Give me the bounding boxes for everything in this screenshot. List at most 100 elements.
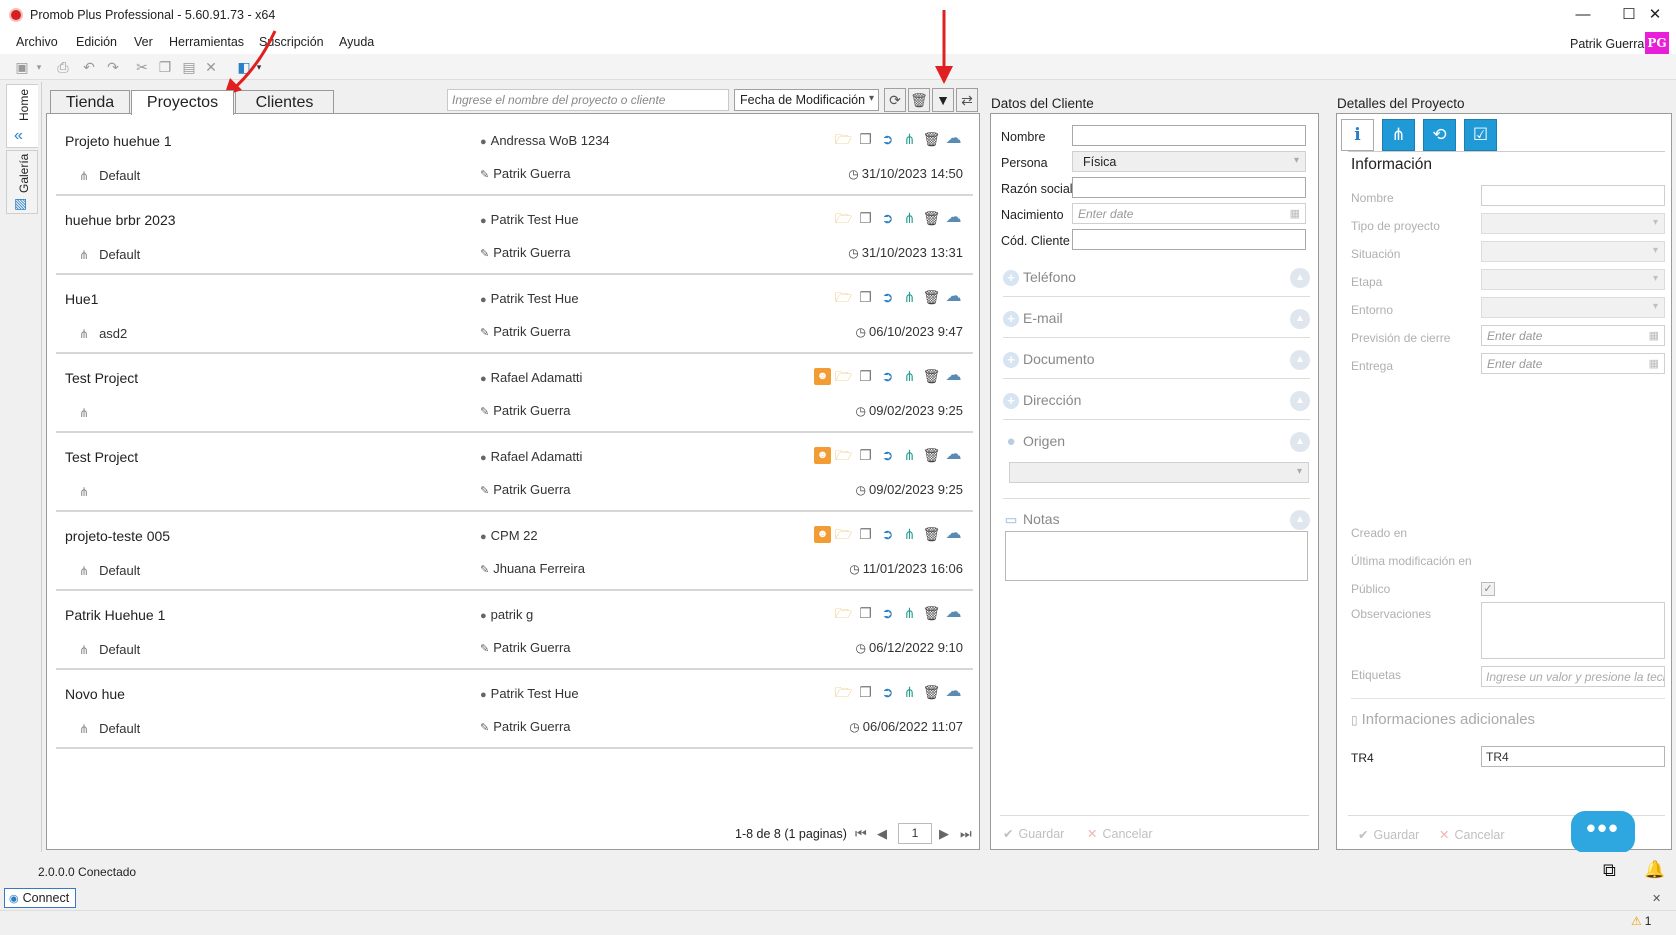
cloud-icon[interactable]: ☁ (944, 525, 963, 543)
folder-icon[interactable]: 🗁 (834, 604, 853, 622)
add-branch-icon[interactable]: ⋔ (900, 446, 919, 464)
export-icon[interactable]: ➲ (878, 604, 897, 622)
save-dropdown-icon[interactable]: ▾ (30, 58, 48, 76)
paste-icon[interactable]: ▤ (180, 58, 198, 76)
project-name[interactable]: Test Project (65, 449, 138, 465)
client-razon-input[interactable] (1072, 177, 1306, 198)
observaciones-textarea[interactable] (1481, 602, 1665, 659)
copy-icon[interactable]: ❐ (156, 58, 174, 76)
duplicate-icon[interactable]: ❐ (856, 367, 875, 385)
print-icon[interactable]: ⎙ (54, 58, 72, 76)
duplicate-icon[interactable]: ❐ (856, 683, 875, 701)
project-name[interactable]: Patrik Huehue 1 (65, 607, 165, 623)
trash-icon[interactable]: 🗑 (922, 446, 941, 464)
project-name[interactable]: huehue brbr 2023 (65, 212, 176, 228)
swap-button[interactable]: ⇄ (956, 88, 978, 112)
screens-icon[interactable]: ⧉ (1603, 860, 1616, 881)
detail-tipo-select[interactable]: ▾ (1481, 213, 1665, 234)
client-nacimiento-input[interactable]: Enter date ▦ (1072, 203, 1306, 224)
duplicate-icon[interactable]: ❐ (856, 130, 875, 148)
minimize-button[interactable]: — (1560, 0, 1606, 30)
tr4-input[interactable]: TR4 (1481, 746, 1665, 767)
etiquetas-input[interactable]: Ingrese un valor y presione la tecla (1481, 666, 1665, 687)
trash-icon[interactable]: 🗑 (922, 130, 941, 148)
trash-button[interactable]: 🗑 (908, 88, 930, 112)
person-icon[interactable]: ☻ (814, 367, 831, 385)
add-branch-icon[interactable]: ⋔ (900, 288, 919, 306)
project-name[interactable]: projeto-teste 005 (65, 528, 170, 544)
menu-archivo[interactable]: Archivo (16, 35, 58, 49)
add-icon[interactable]: + (1003, 311, 1019, 327)
redo-icon[interactable]: ↷ (104, 58, 122, 76)
export-icon[interactable]: ➲ (878, 209, 897, 227)
detail-entorno-select[interactable]: ▾ (1481, 297, 1665, 318)
table-row[interactable]: Patrik Huehue 1 ⋔ Default ● patrik g ✎ Patrik … (56, 591, 973, 670)
add-branch-icon[interactable]: ⋔ (900, 604, 919, 622)
export-icon[interactable]: ➲ (878, 446, 897, 464)
search-input[interactable]: Ingrese el nombre del proyecto o cliente (447, 89, 729, 111)
trash-icon[interactable]: 🗑 (922, 525, 941, 543)
trash-icon[interactable]: 🗑 (922, 367, 941, 385)
project-name[interactable]: Novo hue (65, 686, 125, 702)
folder-icon[interactable]: 🗁 (834, 525, 853, 543)
refresh-button[interactable]: ⟳ (884, 88, 906, 112)
delete-icon[interactable]: ✕ (202, 58, 220, 76)
calendar-icon[interactable]: ▦ (1649, 329, 1659, 342)
tab-branches[interactable]: ⋔ (1382, 119, 1415, 151)
details-save-button[interactable]: ✔ Guardar (1358, 827, 1419, 842)
detail-situacion-select[interactable]: ▾ (1481, 241, 1665, 262)
detail-nombre-input[interactable] (1481, 185, 1665, 206)
table-row[interactable]: huehue brbr 2023 ⋔ Default ● Patrik Test Hue… (56, 196, 973, 275)
close-panel-icon[interactable]: ✕ (1652, 892, 1661, 905)
page-input[interactable]: 1 (898, 823, 932, 844)
section-direccion[interactable]: + Dirección ▲ (1003, 382, 1310, 420)
trash-icon[interactable]: 🗑 (922, 209, 941, 227)
folder-icon[interactable]: 🗁 (834, 446, 853, 464)
section-documento[interactable]: + Documento ▲ (1003, 341, 1310, 379)
duplicate-icon[interactable]: ❐ (856, 604, 875, 622)
menu-edicion[interactable]: Edición (76, 35, 117, 49)
undo-icon[interactable]: ↶ (80, 58, 98, 76)
export-icon[interactable]: ➲ (878, 525, 897, 543)
cloud-icon[interactable]: ☁ (944, 683, 963, 701)
export-icon[interactable]: ➲ (878, 288, 897, 306)
collapse-icon[interactable]: ▲ (1290, 510, 1310, 530)
folder-icon[interactable]: 🗁 (834, 683, 853, 701)
collapse-icon[interactable]: ▲ (1290, 391, 1310, 411)
filter-button[interactable]: ▼ (932, 88, 954, 112)
save-icon[interactable]: ▣ (13, 58, 31, 76)
tab-tienda[interactable]: Tienda (50, 90, 130, 114)
section-telefono[interactable]: + Teléfono ▲ (1003, 259, 1310, 297)
add-icon[interactable]: + (1003, 352, 1019, 368)
calendar-icon[interactable]: ▦ (1290, 207, 1300, 220)
client-cod-input[interactable] (1072, 229, 1306, 250)
duplicate-icon[interactable]: ❐ (856, 288, 875, 306)
add-icon[interactable]: + (1003, 393, 1019, 409)
last-page-icon[interactable]: ⏭ (960, 826, 972, 842)
origen-select[interactable]: ▾ (1009, 462, 1309, 483)
add-branch-icon[interactable]: ⋔ (900, 209, 919, 227)
client-persona-select[interactable]: Física ▾ (1072, 151, 1306, 172)
person-icon[interactable]: ☻ (814, 446, 831, 464)
folder-icon[interactable]: 🗁 (834, 367, 853, 385)
table-row[interactable]: Projeto huehue 1 ⋔ Default ● Andressa WoB 12… (56, 117, 973, 196)
folder-icon[interactable]: 🗁 (834, 209, 853, 227)
bell-icon[interactable]: 🔔 (1644, 860, 1665, 880)
cloud-icon[interactable]: ☁ (944, 209, 963, 227)
collapse-icon[interactable]: ▲ (1290, 309, 1310, 329)
sort-select[interactable]: Fecha de Modificación ▾ (734, 89, 879, 111)
duplicate-icon[interactable]: ❐ (856, 446, 875, 464)
project-name[interactable]: Projeto huehue 1 (65, 133, 172, 149)
detail-entrega-input[interactable]: Enter date ▦ (1481, 353, 1665, 374)
connect-button[interactable]: ◉ Connect (4, 888, 76, 908)
project-name[interactable]: Test Project (65, 370, 138, 386)
trash-icon[interactable]: 🗑 (922, 288, 941, 306)
cloud-icon[interactable]: ☁ (944, 604, 963, 622)
notas-textarea[interactable] (1005, 531, 1308, 581)
tab-info[interactable]: i (1341, 119, 1374, 151)
detail-etapa-select[interactable]: ▾ (1481, 269, 1665, 290)
table-row[interactable]: Hue1 ⋔ asd2 ● Patrik Test Hue ✎ Patrik Guerra ◷… (56, 275, 973, 354)
add-branch-icon[interactable]: ⋔ (900, 367, 919, 385)
client-save-button[interactable]: ✔ Guardar (1003, 826, 1064, 841)
warning-indicator[interactable]: ⚠ 1 (1631, 914, 1651, 928)
